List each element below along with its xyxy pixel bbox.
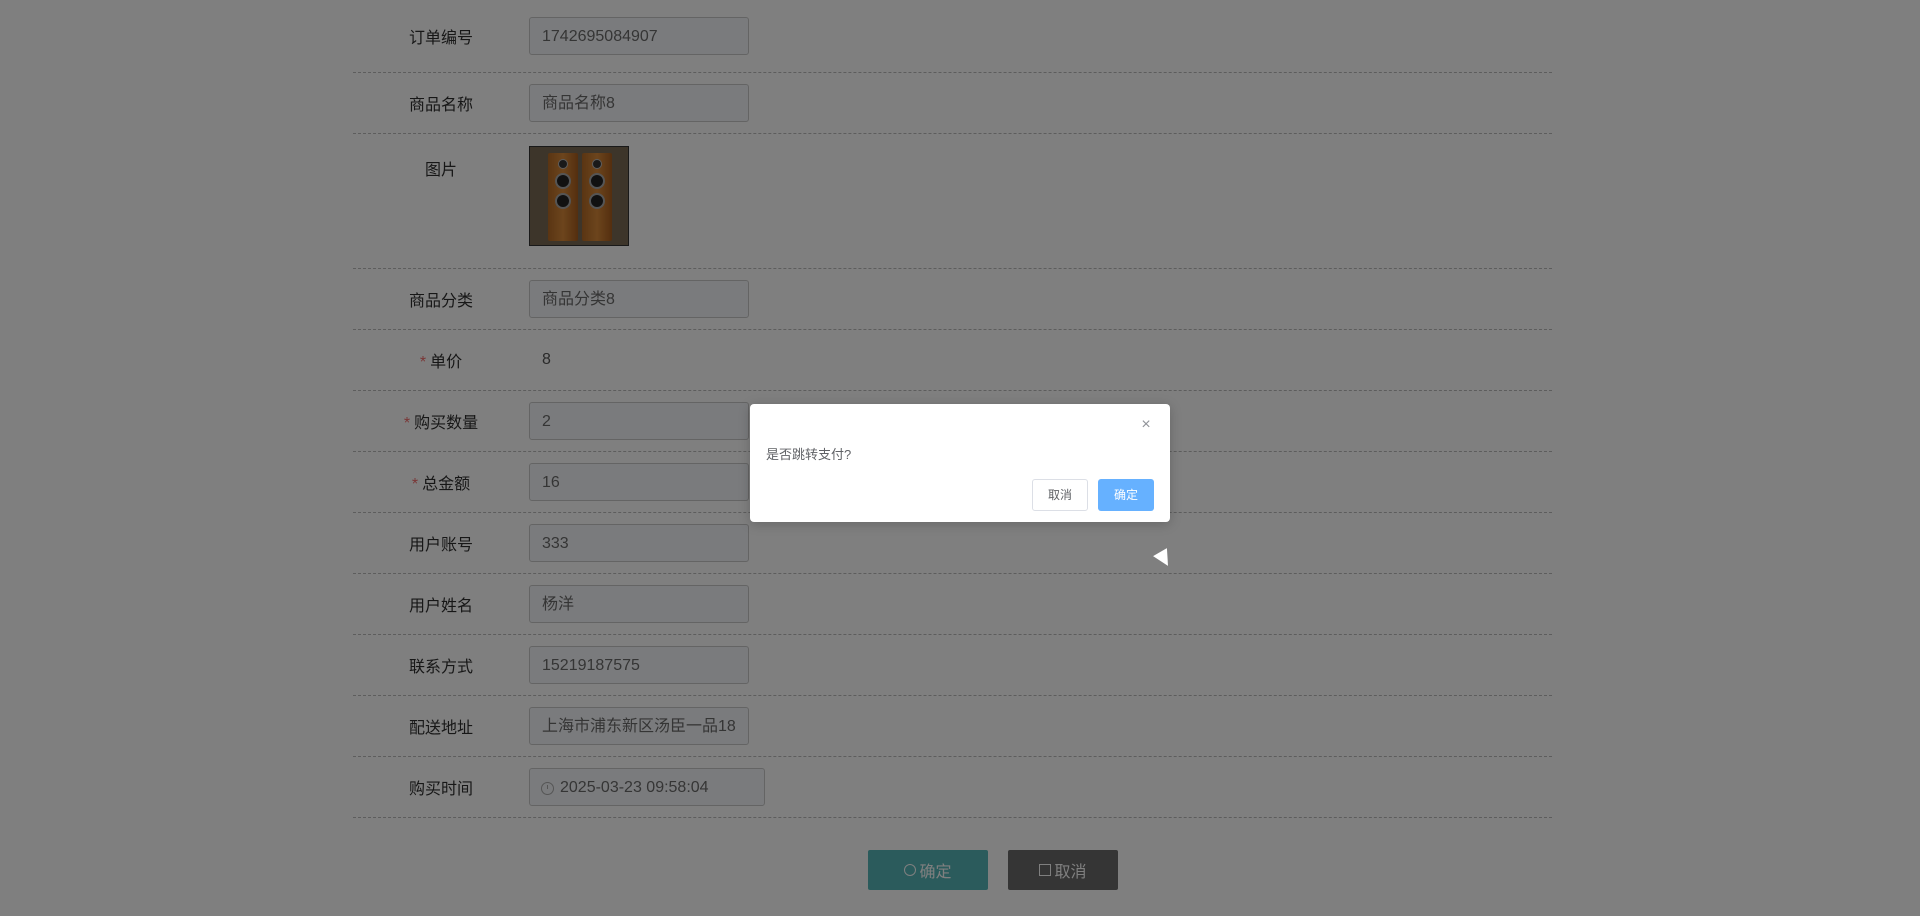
dialog-message: 是否跳转支付?: [766, 447, 852, 462]
dialog-cancel-button[interactable]: 取消: [1032, 479, 1088, 511]
dialog-confirm-button[interactable]: 确定: [1098, 479, 1154, 511]
close-icon[interactable]: ×: [1138, 417, 1154, 433]
confirm-dialog: × 是否跳转支付? 取消 确定: [750, 404, 1170, 522]
